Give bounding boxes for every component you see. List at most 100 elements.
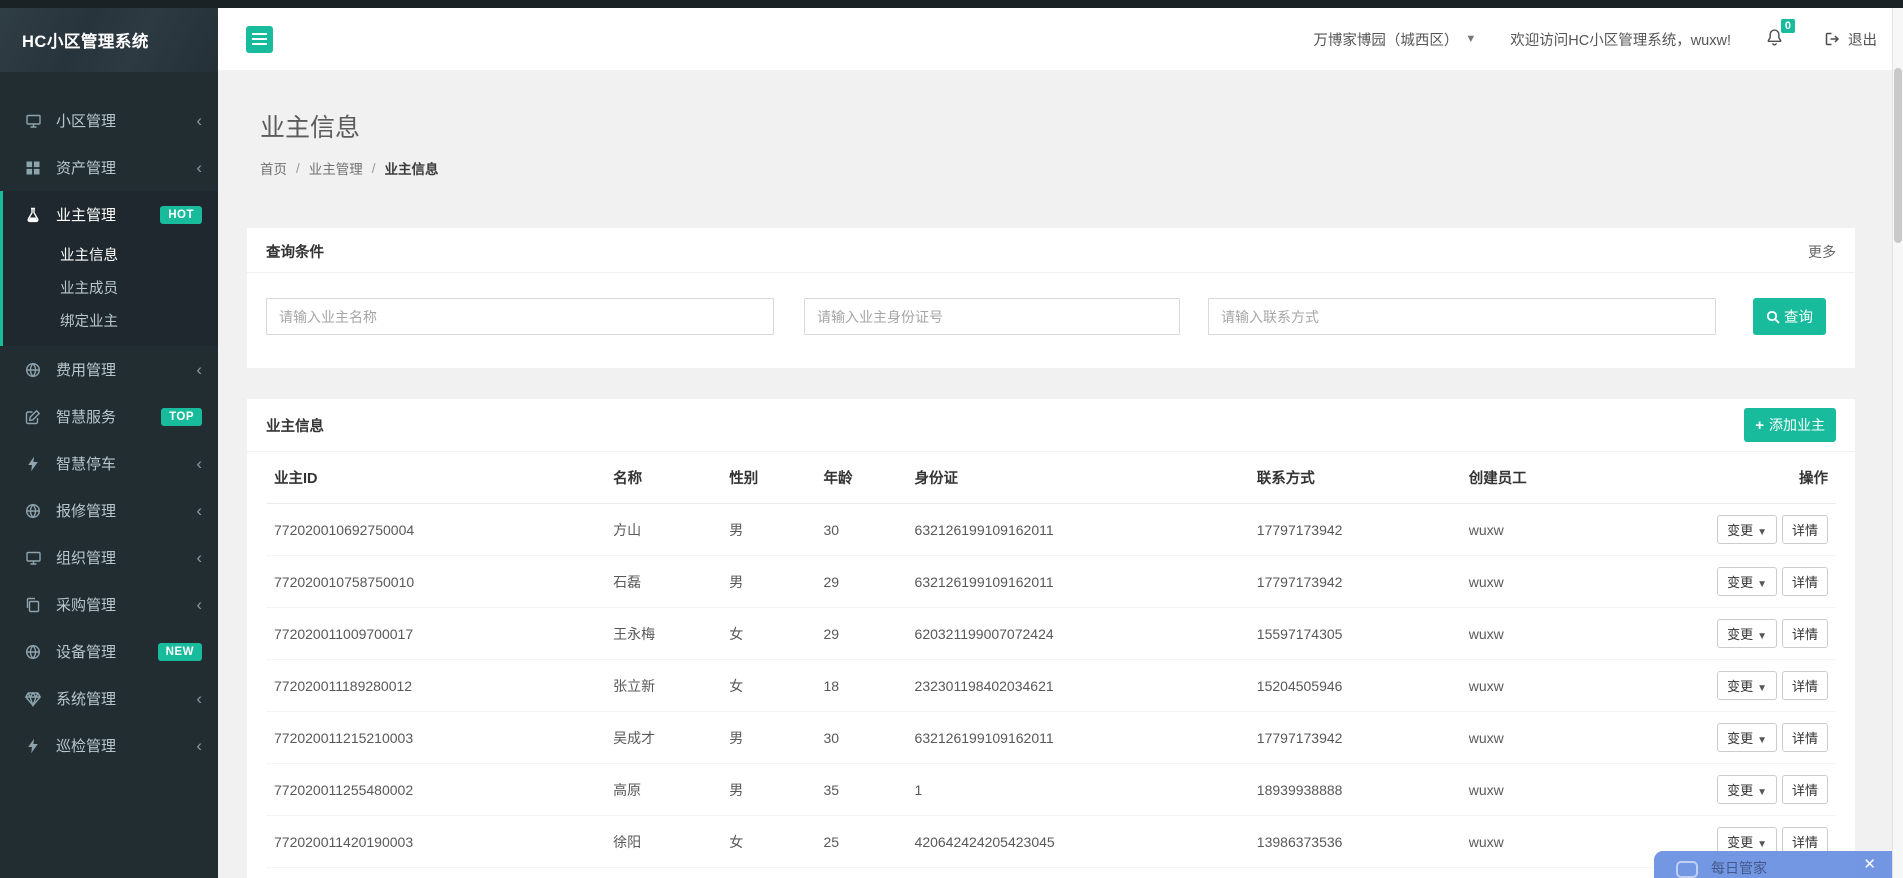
cell-age: 18 — [815, 660, 906, 712]
sidebar-item-equipment[interactable]: 设备管理 NEW — [0, 628, 218, 675]
sidebar-item-fees[interactable]: 费用管理 ‹ — [0, 346, 218, 393]
table-row: 772020011255480002 高原 男 35 1 18939938888… — [266, 764, 1836, 816]
sidebar: HC小区管理系统 小区管理 ‹ 资产管理 ‹ — [0, 8, 218, 878]
caret-down-icon: ▼ — [1757, 527, 1767, 538]
window-top-strip — [0, 0, 1903, 8]
logout-button[interactable]: 退出 — [1824, 29, 1877, 50]
change-dropdown-button[interactable]: 变更▼ — [1717, 515, 1777, 544]
scrollbar-thumb[interactable] — [1894, 68, 1902, 243]
sidebar-toggle-button[interactable] — [246, 26, 273, 53]
cell-phone: 17797173942 — [1249, 504, 1461, 556]
col-creator: 创建员工 — [1461, 452, 1695, 504]
breadcrumb-owner-management[interactable]: 业主管理 — [309, 158, 363, 178]
sign-out-icon — [1824, 31, 1841, 47]
sidebar-item-label: 采购管理 — [56, 594, 116, 615]
sidebar-item-system[interactable]: 系统管理 ‹ — [0, 675, 218, 722]
sidebar-item-purchasing[interactable]: 采购管理 ‹ — [0, 581, 218, 628]
add-owner-button[interactable]: + 添加业主 — [1744, 408, 1836, 442]
cell-name: 吴成才 — [605, 712, 721, 764]
cell-name: 高原 — [605, 764, 721, 816]
desktop-icon — [25, 113, 43, 129]
table-row: 772020012070870040 胡德 男 30 13776644873 w… — [266, 868, 1836, 878]
change-dropdown-button[interactable]: 变更▼ — [1717, 723, 1777, 752]
edit-icon — [25, 409, 43, 425]
detail-button[interactable]: 详情 — [1782, 723, 1828, 752]
sidebar-item-assets[interactable]: 资产管理 ‹ — [0, 144, 218, 191]
hot-badge: HOT — [160, 206, 202, 224]
change-dropdown-button[interactable]: 变更▼ — [1717, 619, 1777, 648]
sidebar-item-owner-management[interactable]: 业主管理 HOT — [3, 191, 218, 238]
chevron-left-icon: ‹ — [196, 596, 202, 613]
cell-idcard: 632126199109162011 — [907, 712, 1249, 764]
submenu-item-owner-members[interactable]: 业主成员 — [3, 271, 218, 304]
sidebar-item-inspection[interactable]: 巡检管理 ‹ — [0, 722, 218, 769]
sidebar-item-repairs[interactable]: 报修管理 ‹ — [0, 487, 218, 534]
sidebar-item-smart-service[interactable]: 智慧服务 TOP — [0, 393, 218, 440]
owners-table-wrap: 业主ID 名称 性别 年龄 身份证 联系方式 创建员工 操作 — [247, 452, 1855, 878]
community-selector[interactable]: 万博家博园（城西区） ▼ — [1313, 29, 1476, 50]
cell-phone: 17797173942 — [1249, 556, 1461, 608]
owner-idcard-input[interactable] — [804, 298, 1180, 335]
search-panel: 查询条件 更多 查询 — [247, 228, 1855, 368]
caret-down-icon: ▼ — [1757, 839, 1767, 850]
assistant-widget-label: 每日管家 — [1711, 858, 1767, 878]
detail-button[interactable]: 详情 — [1782, 671, 1828, 700]
breadcrumb-home[interactable]: 首页 — [260, 158, 287, 178]
detail-button[interactable]: 详情 — [1782, 775, 1828, 804]
chevron-left-icon: ‹ — [196, 737, 202, 754]
cell-idcard: 632126199109162011 — [907, 504, 1249, 556]
cell-phone: 17797173942 — [1249, 712, 1461, 764]
sidebar-item-label: 费用管理 — [56, 359, 116, 380]
assistant-widget[interactable]: 每日管家 ✕ — [1654, 851, 1892, 878]
notifications-button[interactable]: 0 — [1765, 28, 1784, 51]
app-logo[interactable]: HC小区管理系统 — [0, 8, 218, 72]
cell-actions: 变更▼详情 — [1695, 764, 1836, 816]
cell-actions: 变更▼详情 — [1695, 504, 1836, 556]
cell-phone: 15597174305 — [1249, 608, 1461, 660]
topbar-right: 万博家博园（城西区） ▼ 欢迎访问HC小区管理系统，wuxw! 0 退出 — [1313, 28, 1877, 51]
submenu-item-bind-owner[interactable]: 绑定业主 — [3, 304, 218, 337]
gem-icon — [25, 691, 43, 707]
search-form: 查询 — [247, 273, 1855, 368]
sidebar-item-community[interactable]: 小区管理 ‹ — [0, 97, 218, 144]
globe-icon — [25, 503, 43, 519]
sidebar-item-smart-parking[interactable]: 智慧停车 ‹ — [0, 440, 218, 487]
change-dropdown-button[interactable]: 变更▼ — [1717, 671, 1777, 700]
chevron-left-icon: ‹ — [196, 159, 202, 176]
detail-button[interactable]: 详情 — [1782, 515, 1828, 544]
detail-button[interactable]: 详情 — [1782, 567, 1828, 596]
cell-owner-id: 772020010692750004 — [266, 504, 605, 556]
cell-name: 胡德 — [605, 868, 721, 878]
owner-name-input[interactable] — [266, 298, 774, 335]
desktop-icon — [25, 550, 43, 566]
detail-button[interactable]: 详情 — [1782, 619, 1828, 648]
app-window: HC小区管理系统 小区管理 ‹ 资产管理 ‹ — [0, 0, 1903, 878]
col-idcard: 身份证 — [907, 452, 1249, 504]
submenu-item-owner-info[interactable]: 业主信息 — [3, 238, 218, 271]
sidebar-item-organization[interactable]: 组织管理 ‹ — [0, 534, 218, 581]
chevron-left-icon: ‹ — [196, 549, 202, 566]
search-panel-header: 查询条件 更多 — [247, 228, 1855, 272]
col-gender: 性别 — [721, 452, 815, 504]
owner-submenu: 业主信息 业主成员 绑定业主 — [3, 238, 218, 346]
bolt-icon — [25, 456, 43, 472]
contact-input[interactable] — [1208, 298, 1716, 335]
close-icon[interactable]: ✕ — [1863, 857, 1876, 872]
cell-idcard: 232301198402034621 — [907, 660, 1249, 712]
sidebar-item-label: 小区管理 — [56, 110, 116, 131]
globe-icon — [25, 644, 43, 660]
cell-owner-id: 772020010758750010 — [266, 556, 605, 608]
col-phone: 联系方式 — [1249, 452, 1461, 504]
cell-creator: wuxw — [1461, 556, 1695, 608]
change-dropdown-button[interactable]: 变更▼ — [1717, 567, 1777, 596]
change-dropdown-button[interactable]: 变更▼ — [1717, 775, 1777, 804]
table-row: 772020011420190003 徐阳 女 25 4206424242054… — [266, 816, 1836, 868]
cell-actions: 变更▼详情 — [1695, 660, 1836, 712]
more-link[interactable]: 更多 — [1808, 242, 1836, 262]
sidebar-section-owners: 业主管理 HOT 业主信息 业主成员 绑定业主 — [0, 191, 218, 346]
search-button[interactable]: 查询 — [1753, 298, 1826, 335]
caret-down-icon: ▼ — [1757, 683, 1767, 694]
chevron-left-icon: ‹ — [196, 455, 202, 472]
cell-name: 徐阳 — [605, 816, 721, 868]
col-name: 名称 — [605, 452, 721, 504]
